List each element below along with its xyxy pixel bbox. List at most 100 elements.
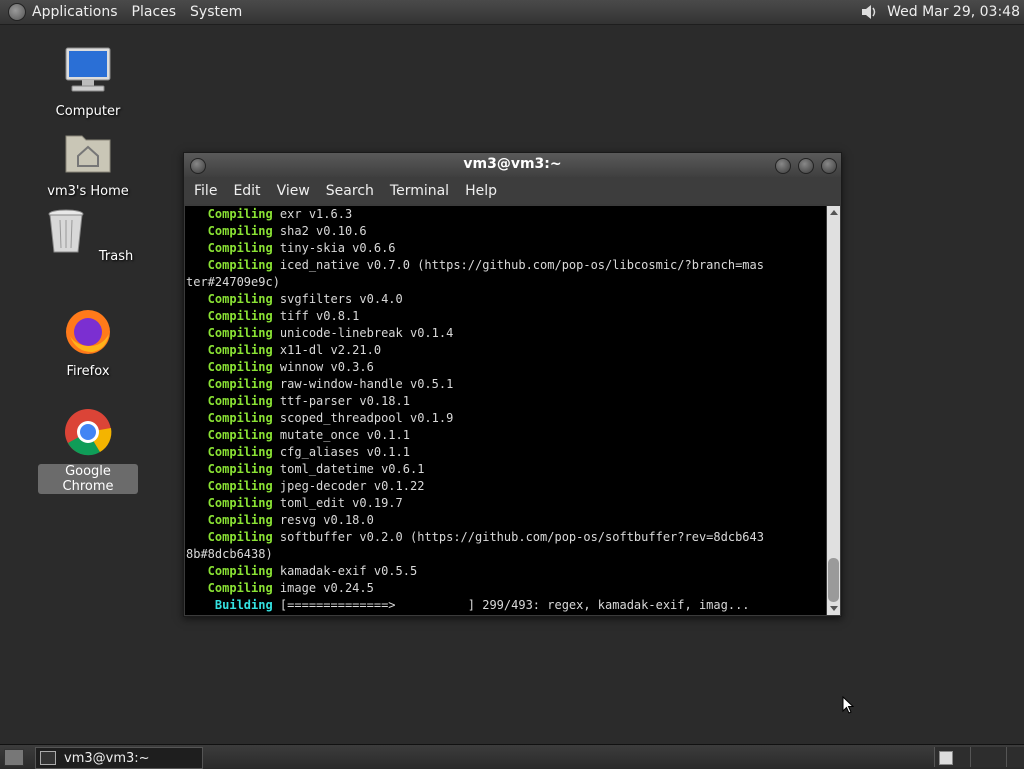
clock[interactable]: Wed Mar 29, 03:48: [887, 4, 1020, 20]
line-text: tiff v0.8.1: [272, 309, 360, 323]
line-text: exr v1.6.3: [272, 207, 353, 221]
line-keyword: Compiling: [186, 462, 273, 476]
terminal-line: Compiling sha2 v0.10.6: [185, 223, 826, 240]
line-keyword: Compiling: [186, 564, 273, 578]
volume-icon[interactable]: [859, 2, 879, 22]
maximize-icon[interactable]: [798, 158, 814, 174]
close-icon[interactable]: [821, 158, 837, 174]
menu-edit[interactable]: Edit: [225, 183, 268, 199]
desktop-icon-trash[interactable]: Trash: [38, 206, 138, 264]
line-text: toml_datetime v0.6.1: [272, 462, 425, 476]
line-keyword: Compiling: [186, 224, 273, 238]
desktop-icon-chrome[interactable]: Google Chrome: [38, 406, 138, 494]
menu-help[interactable]: Help: [457, 183, 505, 199]
line-keyword: Compiling: [186, 411, 273, 425]
terminal-line: Compiling cfg_aliases v0.1.1: [185, 444, 826, 461]
line-keyword: Compiling: [186, 207, 273, 221]
workspace-1[interactable]: [934, 747, 971, 767]
terminal-line: Compiling raw-window-handle v0.5.1: [185, 376, 826, 393]
terminal-line: Compiling ttf-parser v0.18.1: [185, 393, 826, 410]
desktop-icon-label: Firefox: [66, 364, 110, 379]
line-keyword: Compiling: [186, 479, 273, 493]
terminal-line: Compiling svgfilters v0.4.0: [185, 291, 826, 308]
mouse-cursor-icon: [842, 696, 854, 714]
terminal-line: Compiling x11-dl v2.21.0: [185, 342, 826, 359]
terminal-scrollbar[interactable]: [827, 206, 840, 615]
desktop-icon-firefox[interactable]: Firefox: [38, 306, 138, 379]
terminal-line: Compiling image v0.24.5: [185, 580, 826, 597]
line-text: svgfilters v0.4.0: [272, 292, 403, 306]
menu-search[interactable]: Search: [318, 183, 382, 199]
terminal-line: Compiling unicode-linebreak v0.1.4: [185, 325, 826, 342]
line-keyword: Compiling: [186, 428, 273, 442]
top-panel: Applications Places System Wed Mar 29, 0…: [0, 0, 1024, 25]
workspace-2[interactable]: [970, 747, 1007, 767]
chrome-icon: [65, 409, 112, 456]
line-text: ttf-parser v0.18.1: [272, 394, 410, 408]
desktop-icon-home[interactable]: vm3's Home: [38, 126, 138, 199]
terminal-menubar: File Edit View Search Terminal Help: [184, 177, 841, 204]
terminal-line: Compiling winnow v0.3.6: [185, 359, 826, 376]
line-text: tiny-skia v0.6.6: [272, 241, 396, 255]
line-text: toml_edit v0.19.7: [272, 496, 403, 510]
line-keyword: Compiling: [186, 241, 273, 255]
window-titlebar[interactable]: vm3@vm3:~: [184, 153, 841, 177]
trash-icon: [48, 209, 84, 253]
line-keyword: Compiling: [186, 343, 273, 357]
building-keyword: Building: [186, 598, 273, 612]
terminal-building-line: Building [==============> ] 299/493: reg…: [185, 597, 826, 614]
line-text: sha2 v0.10.6: [272, 224, 367, 238]
menu-applications[interactable]: Applications: [32, 4, 118, 20]
line-text: softbuffer v0.2.0 (https://github.com/po…: [272, 530, 764, 544]
line-keyword: Compiling: [186, 581, 273, 595]
window-title: vm3@vm3:~: [463, 156, 562, 172]
line-keyword: Compiling: [186, 377, 273, 391]
menu-system[interactable]: System: [190, 4, 242, 20]
scroll-up-icon[interactable]: [830, 210, 838, 215]
home-folder-icon: [65, 135, 111, 173]
bottom-panel: vm3@vm3:~: [0, 744, 1024, 769]
menu-places[interactable]: Places: [132, 4, 177, 20]
distro-logo-icon[interactable]: [8, 3, 26, 21]
line-text: resvg v0.18.0: [272, 513, 374, 527]
window-menu-icon[interactable]: [190, 158, 206, 174]
terminal-line: Compiling tiny-skia v0.6.6: [185, 240, 826, 257]
terminal-output[interactable]: Compiling exr v1.6.3 Compiling sha2 v0.1…: [185, 206, 826, 615]
menu-view[interactable]: View: [269, 183, 318, 199]
line-text: mutate_once v0.1.1: [272, 428, 410, 442]
line-keyword: Compiling: [186, 326, 273, 340]
line-text: raw-window-handle v0.5.1: [272, 377, 454, 391]
line-text: unicode-linebreak v0.1.4: [272, 326, 454, 340]
menu-file[interactable]: File: [186, 183, 225, 199]
workspace-3[interactable]: [1006, 747, 1024, 767]
menu-terminal[interactable]: Terminal: [382, 183, 457, 199]
terminal-line: 8b#8dcb6438): [185, 546, 826, 563]
terminal-line: Compiling softbuffer v0.2.0 (https://git…: [185, 529, 826, 546]
terminal-window: vm3@vm3:~ File Edit View Search Terminal…: [183, 152, 842, 617]
line-text: cfg_aliases v0.1.1: [272, 445, 410, 459]
terminal-line: ter#24709e9c): [185, 274, 826, 291]
line-text: iced_native v0.7.0 (https://github.com/p…: [272, 258, 764, 272]
line-text: x11-dl v2.21.0: [272, 343, 382, 357]
line-text: winnow v0.3.6: [272, 360, 374, 374]
desktop-icon-computer[interactable]: Computer: [38, 46, 138, 119]
line-keyword: Compiling: [186, 292, 273, 306]
terminal-line: Compiling kamadak-exif v0.5.5: [185, 563, 826, 580]
line-keyword: Compiling: [186, 258, 273, 272]
line-keyword: Compiling: [186, 445, 273, 459]
workspace-window-icon: [939, 751, 953, 765]
show-desktop-icon[interactable]: [4, 749, 24, 766]
line-keyword: Compiling: [186, 394, 273, 408]
building-progress-text: [==============> ] 299/493: regex, kamad…: [272, 598, 750, 612]
taskbar-button-terminal[interactable]: vm3@vm3:~: [35, 747, 203, 769]
scrollbar-thumb[interactable]: [828, 558, 839, 602]
taskbar-button-label: vm3@vm3:~: [64, 750, 150, 766]
terminal-line: Compiling exr v1.6.3: [185, 206, 826, 223]
desktop-icon-label: Trash: [98, 249, 134, 264]
terminal-line: Compiling toml_datetime v0.6.1: [185, 461, 826, 478]
minimize-icon[interactable]: [775, 158, 791, 174]
terminal-line: Compiling toml_edit v0.19.7: [185, 495, 826, 512]
terminal-line: Compiling scoped_threadpool v0.1.9: [185, 410, 826, 427]
terminal-line: Compiling tiff v0.8.1: [185, 308, 826, 325]
scroll-down-icon[interactable]: [830, 606, 838, 611]
